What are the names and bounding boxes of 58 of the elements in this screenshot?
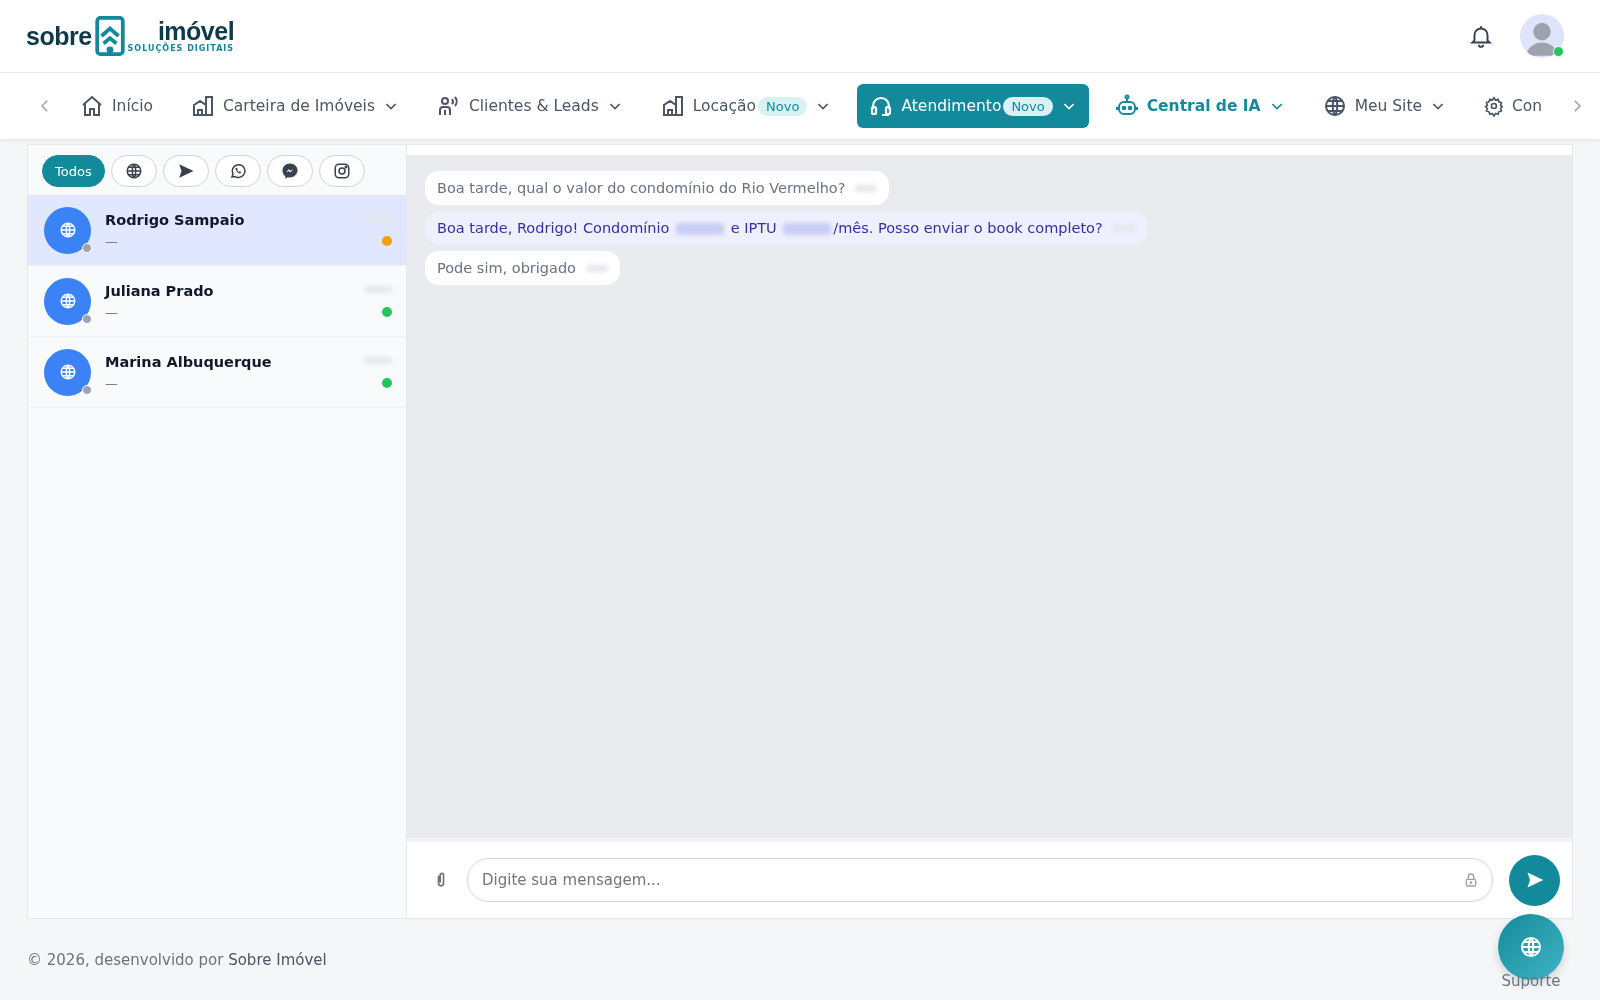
- redacted-value: [783, 223, 832, 235]
- message-text: Boa tarde, qual o valor do condomínio do Rio Vermelho?: [437, 180, 846, 196]
- contact-name: Marina Albuquerque: [105, 353, 273, 370]
- globe-icon: [1519, 935, 1543, 959]
- footer-text: © 2026, desenvolvido por Sobre Imóvel: [27, 951, 327, 969]
- people-icon: [437, 94, 461, 118]
- contact-name: Rodrigo Sampaio: [105, 211, 246, 228]
- channel-filter[interactable]: [266, 155, 313, 187]
- support-label: Suporte: [1501, 972, 1561, 990]
- globe-icon: [58, 221, 77, 239]
- channel-filter[interactable]: [162, 155, 209, 187]
- footer-link[interactable]: Sobre Imóvel: [228, 951, 327, 969]
- logo[interactable]: sobre imóvel SOLUÇÕES DIGITAIS: [26, 14, 235, 58]
- nav-tab[interactable]: Início: [68, 84, 165, 128]
- nav-tab[interactable]: Meu Site: [1310, 84, 1459, 128]
- nav-tab[interactable]: Central de IA: [1102, 84, 1297, 128]
- nav-tab[interactable]: Clientes & Leads: [425, 84, 635, 128]
- contact-name: Juliana Prado: [105, 282, 215, 299]
- lock-icon: [1463, 872, 1479, 888]
- message-preview: —: [105, 375, 119, 391]
- send-button[interactable]: [1509, 854, 1560, 906]
- nav-tab[interactable]: Carteira de Imóveis: [179, 84, 411, 128]
- whatsapp-icon: [228, 162, 247, 180]
- globe-icon: [58, 292, 77, 310]
- settings-icon: [1484, 94, 1504, 118]
- nav-tab[interactable]: Atendimento Novo: [857, 84, 1089, 128]
- channel-filter[interactable]: [110, 155, 157, 187]
- globe-icon: [58, 363, 77, 381]
- offline-dot: [82, 242, 92, 253]
- send-icon: [176, 162, 195, 180]
- message-input[interactable]: Digite sua mensagem...: [467, 858, 1493, 902]
- messenger-icon: [280, 162, 299, 180]
- new-badge: Novo: [758, 96, 808, 116]
- message-preview: —: [105, 233, 119, 249]
- globe-icon: [1322, 94, 1347, 118]
- conversation-item[interactable]: Marina Albuquerque —: [28, 337, 406, 408]
- home-icon: [80, 94, 104, 118]
- offline-dot: [82, 313, 92, 324]
- message-text: Boa tarde, Rodrigo! Condomínio e IPTU /mês. Posso enviar o book completo?: [437, 220, 1103, 236]
- globe-icon: [124, 162, 143, 180]
- nav-tab[interactable]: Con: [1472, 84, 1555, 128]
- redacted-value: [676, 223, 725, 235]
- conversation-item[interactable]: Juliana Prado —: [28, 266, 406, 337]
- channel-filter[interactable]: Todos: [42, 155, 105, 187]
- channel-filter[interactable]: [214, 155, 261, 187]
- channel-filter[interactable]: [318, 155, 365, 187]
- offline-dot: [82, 384, 92, 395]
- nav-tab[interactable]: Locação Novo: [648, 84, 844, 128]
- new-badge: Novo: [1003, 96, 1053, 116]
- building-icon: [660, 94, 685, 118]
- notification-bell-icon[interactable]: [1468, 23, 1494, 49]
- message-text: Pode sim, obrigado: [437, 260, 576, 276]
- message-preview: —: [105, 304, 119, 320]
- headset-icon: [869, 94, 894, 118]
- building-icon: [191, 94, 215, 118]
- conversation-item[interactable]: Rodrigo Sampaio —: [28, 195, 406, 266]
- robot-icon: [1114, 94, 1139, 118]
- instagram-icon: [332, 162, 351, 180]
